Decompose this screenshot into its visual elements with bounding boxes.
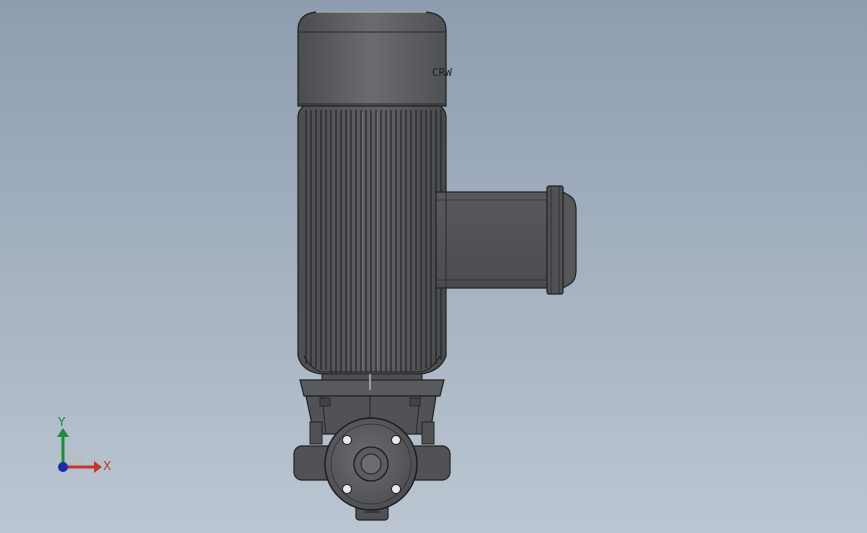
terminal-box: [435, 185, 577, 295]
name-plate-text: CRW: [432, 66, 452, 79]
bolt-hole: [391, 435, 401, 445]
motor-body: [297, 105, 447, 375]
x-axis-label: X: [103, 459, 111, 473]
fan-cover: [297, 11, 447, 107]
pump-model[interactable]: CRW: [0, 0, 867, 533]
x-axis-arrow: [94, 461, 102, 473]
bolt-hole: [342, 484, 352, 494]
3d-viewport[interactable]: CRW Y X: [0, 0, 867, 533]
y-axis-arrow: [57, 428, 69, 437]
bolt-hole: [342, 435, 352, 445]
y-axis-label: Y: [57, 415, 66, 429]
orientation-triad: Y X: [57, 415, 111, 473]
inlet-flange: [324, 417, 418, 511]
bolt-hole: [391, 484, 401, 494]
z-axis: [58, 462, 68, 472]
